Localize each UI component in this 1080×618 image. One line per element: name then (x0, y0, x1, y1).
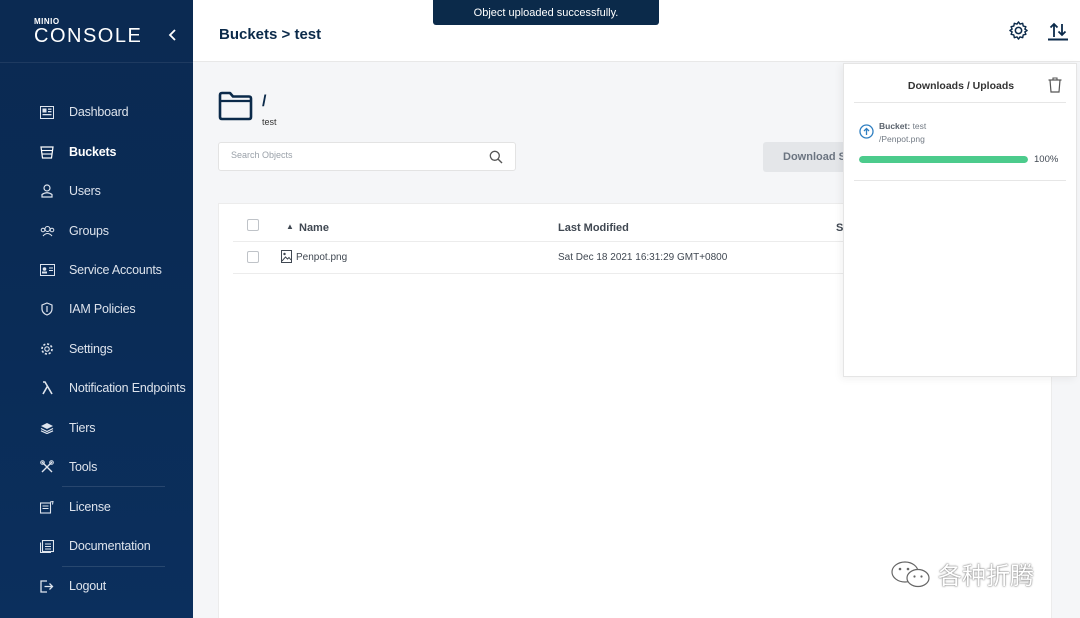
user-icon (39, 183, 55, 199)
column-header-last-modified[interactable]: Last Modified (558, 222, 629, 234)
sidebar-divider (0, 62, 193, 63)
sidebar-item-label: Groups (69, 224, 109, 238)
folder-icon (218, 91, 253, 126)
sidebar-item-documentation[interactable]: Documentation (0, 527, 193, 565)
sidebar-item-label: Documentation (69, 539, 151, 553)
panel-divider (854, 102, 1066, 103)
sidebar-item-label: Tools (69, 460, 98, 474)
watermark-text: 各种折腾 (938, 562, 1034, 590)
search-input[interactable] (231, 150, 471, 160)
success-toast: Object uploaded successfully. (433, 0, 659, 25)
tools-icon (39, 459, 55, 475)
sidebar: MINIO CONSOLE Dashboard Buckets Users Gr… (0, 0, 193, 618)
sidebar-separator (62, 486, 165, 487)
transfer-icon (1048, 22, 1068, 41)
lambda-icon (39, 380, 55, 396)
sidebar-item-service-accounts[interactable]: Service Accounts (0, 251, 193, 289)
collapse-sidebar-button[interactable] (168, 28, 178, 46)
sidebar-item-dashboard[interactable]: Dashboard (0, 93, 193, 131)
tiers-icon (39, 420, 55, 436)
upload-arrow-icon (859, 124, 874, 144)
current-path: / (262, 93, 267, 110)
gear-icon (39, 341, 55, 357)
file-name[interactable]: Penpot.png (296, 252, 347, 263)
sidebar-item-settings[interactable]: Settings (0, 330, 193, 368)
sidebar-item-label: Tiers (69, 421, 96, 435)
gear-icon (1009, 21, 1028, 40)
downloads-uploads-panel: Downloads / Uploads Bucket: test /Penpot… (843, 63, 1077, 377)
sidebar-item-label: Logout (69, 579, 107, 593)
logout-icon (39, 578, 55, 594)
sidebar-item-label: License (69, 500, 111, 514)
panel-title: Downloads / Uploads (907, 80, 1015, 92)
sidebar-item-label: Service Accounts (69, 263, 162, 277)
watermark: 各种折腾 (890, 556, 1034, 591)
brand-logo[interactable]: MINIO CONSOLE (34, 18, 143, 47)
sidebar-item-label: Notification Endpoints (69, 381, 186, 395)
row-checkbox[interactable] (247, 251, 259, 263)
sidebar-item-groups[interactable]: Groups (0, 212, 193, 250)
sidebar-item-tiers[interactable]: Tiers (0, 409, 193, 447)
search-box (218, 142, 516, 171)
select-all-checkbox[interactable] (247, 219, 259, 231)
downloads-uploads-button[interactable] (1047, 20, 1069, 46)
upload-bucket: Bucket: test (879, 121, 926, 131)
shield-icon (39, 301, 55, 317)
column-header-name[interactable]: Name (299, 222, 329, 234)
chevron-left-icon (168, 29, 176, 41)
wechat-logo-icon (891, 560, 930, 587)
sidebar-item-label: Buckets (69, 145, 117, 159)
panel-divider (854, 180, 1066, 181)
sidebar-item-notification-endpoints[interactable]: Notification Endpoints (0, 369, 193, 407)
clear-list-button[interactable] (1048, 77, 1062, 98)
sidebar-item-users[interactable]: Users (0, 172, 193, 210)
documentation-icon (39, 538, 55, 554)
groups-icon (39, 223, 55, 239)
image-file-icon (281, 250, 292, 268)
settings-button[interactable] (1008, 20, 1029, 46)
service-accounts-icon (39, 262, 55, 278)
sidebar-item-label: Dashboard (69, 105, 129, 119)
upload-progress-bar (859, 156, 1028, 163)
sidebar-item-buckets[interactable]: Buckets (0, 133, 193, 171)
sidebar-item-label: Users (69, 184, 101, 198)
sort-ascending-icon[interactable]: ▲ (286, 222, 294, 231)
sidebar-item-license[interactable]: License (0, 488, 193, 526)
sidebar-item-logout[interactable]: Logout (0, 567, 193, 605)
upload-progress-fill (859, 156, 1028, 163)
dashboard-icon (39, 104, 55, 120)
file-last-modified: Sat Dec 18 2021 16:31:29 GMT+0800 (558, 252, 728, 263)
search-icon[interactable] (489, 150, 503, 169)
trash-icon (1048, 77, 1062, 93)
buckets-icon (39, 144, 55, 160)
brand-console: CONSOLE (34, 25, 143, 47)
upload-bucket-label: Bucket: (879, 121, 911, 131)
sidebar-item-iam-policies[interactable]: IAM Policies (0, 290, 193, 328)
upload-progress-percent: 100% (1034, 154, 1059, 165)
license-icon (39, 499, 55, 515)
bucket-name: test (262, 117, 277, 127)
sidebar-item-tools[interactable]: Tools (0, 448, 193, 486)
sidebar-item-label: IAM Policies (69, 302, 136, 316)
upload-bucket-name: test (912, 121, 927, 131)
upload-file-path: /Penpot.png (879, 134, 925, 144)
sidebar-item-label: Settings (69, 342, 113, 356)
breadcrumb[interactable]: Buckets > test (219, 26, 321, 43)
